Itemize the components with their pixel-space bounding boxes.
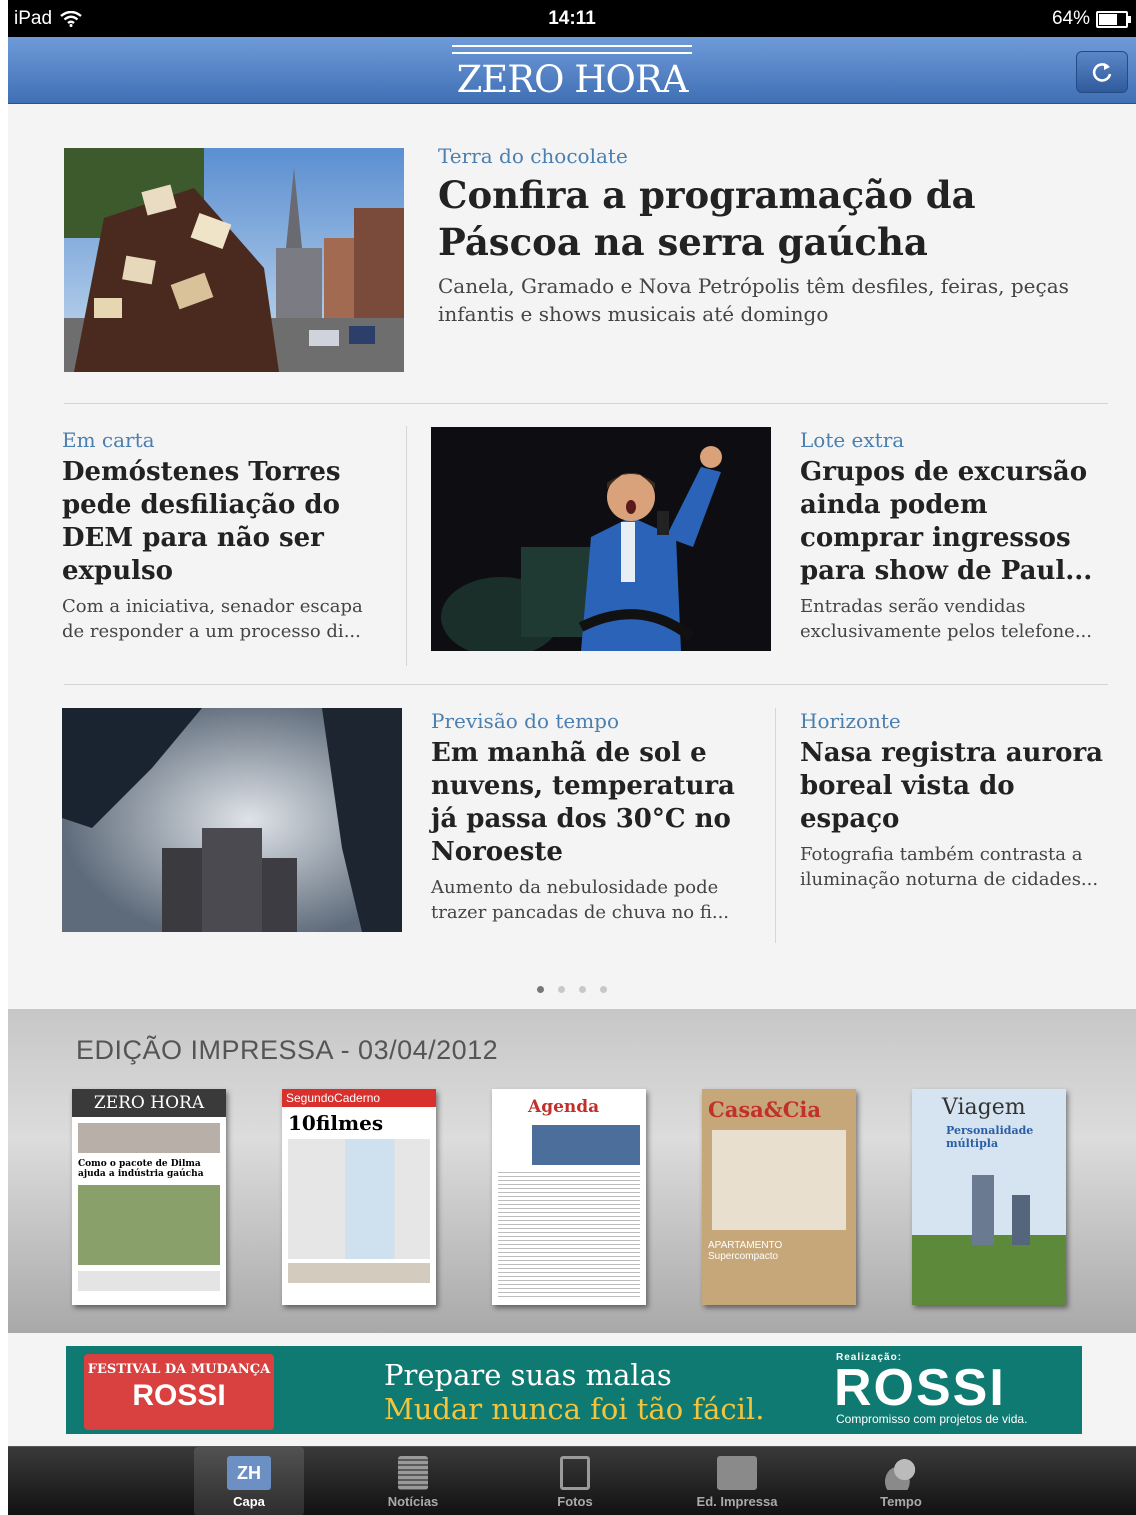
- story-headline: Demóstenes Torres pede desfiliação do DE…: [62, 457, 341, 586]
- story-kicker: Previsão do tempo: [431, 709, 620, 733]
- tab-noticias[interactable]: Notícias: [358, 1447, 468, 1515]
- cover-headline: Personalidade múltipla: [946, 1124, 1034, 1150]
- cover-headline: APARTAMENTO Supercompacto: [708, 1240, 783, 1262]
- story-card[interactable]: Previsão do tempo Em manhã de sol e nuve…: [431, 709, 751, 925]
- tab-label: Tempo: [880, 1494, 922, 1509]
- tab-capa[interactable]: ZH Capa: [194, 1447, 304, 1515]
- tab-fotos[interactable]: Fotos: [520, 1447, 630, 1515]
- divider: [775, 708, 776, 943]
- tab-bar: ZH Capa Notícias Fotos Ed. Impressa Temp…: [8, 1446, 1136, 1515]
- refresh-button[interactable]: [1076, 51, 1128, 93]
- ad-badge-title: FESTIVAL DA MUDANÇA: [87, 1362, 271, 1377]
- story-card[interactable]: Lote extra Grupos de excursão ainda pode…: [800, 428, 1105, 644]
- battery-percent: 64%: [1051, 8, 1090, 29]
- tab-tempo[interactable]: Tempo: [846, 1447, 956, 1515]
- logo-text: ZERO HORA: [456, 58, 689, 101]
- story-headline: Nasa registra aurora boreal vista do esp…: [800, 738, 1104, 834]
- page-dot[interactable]: [579, 986, 586, 993]
- zh-logo-icon: ZH: [227, 1456, 271, 1490]
- story-summary: Aumento da nebulosidade pode trazer panc…: [431, 877, 730, 923]
- story-card[interactable]: Horizonte Nasa registra aurora boreal vi…: [800, 709, 1105, 892]
- tab-label: Notícias: [387, 1494, 439, 1509]
- cover-segundo-caderno[interactable]: SegundoCaderno 10filmes: [282, 1089, 436, 1305]
- story-kicker: Lote extra: [800, 428, 905, 452]
- ad-brand: ROSSI: [834, 1359, 1006, 1417]
- tab-ed-impressa[interactable]: Ed. Impressa: [682, 1447, 792, 1515]
- story-headline: Grupos de excursão ainda podem comprar i…: [800, 457, 1093, 586]
- lead-story[interactable]: Terra do chocolate Confira a programação…: [438, 144, 1098, 328]
- page-indicator[interactable]: [8, 978, 1136, 997]
- ad-badge: FESTIVAL DA MUDANÇA ROSSI: [84, 1354, 274, 1430]
- battery-icon: [1096, 10, 1131, 28]
- story-kicker: Em carta: [62, 428, 155, 452]
- story-kicker: Horizonte: [800, 709, 901, 733]
- print-edition-shelf: EDIÇÃO IMPRESSA - 03/04/2012 ZERO HORA C…: [8, 1009, 1136, 1333]
- ad-badge-brand: ROSSI: [132, 1379, 226, 1412]
- newspaper-icon: [717, 1456, 757, 1490]
- status-bar: iPad 14:11 64%: [8, 0, 1136, 37]
- photos-icon: [560, 1456, 590, 1490]
- cover-title: Casa&Cia: [708, 1097, 822, 1122]
- clock: 14:11: [548, 8, 596, 29]
- lead-story-photo[interactable]: [64, 148, 404, 372]
- nav-bar: ZERO HORA: [8, 37, 1136, 104]
- cover-headline: 10filmes: [288, 1111, 384, 1135]
- cover-title: Agenda: [528, 1097, 600, 1117]
- story-summary: Fotografia também contrasta a iluminação…: [800, 844, 1099, 890]
- story-card[interactable]: Em carta Demóstenes Torres pede desfilia…: [62, 428, 382, 644]
- cover-agenda[interactable]: Agenda: [492, 1089, 646, 1305]
- weather-icon: [883, 1456, 919, 1490]
- concert-photo[interactable]: [431, 427, 771, 651]
- page-dot[interactable]: [558, 986, 565, 993]
- cover-headline: Como o pacote de Dilma ajuda a indústria…: [78, 1159, 204, 1179]
- story-kicker: Terra do chocolate: [438, 144, 628, 168]
- ad-line-2: Mudar nunca foi tão fácil.: [384, 1392, 765, 1426]
- story-summary: Entradas serão vendidas exclusivamente p…: [800, 596, 1092, 642]
- story-headline: Confira a programação da Páscoa na serra…: [438, 173, 976, 264]
- story-summary: Com a iniciativa, senador escapa de resp…: [62, 596, 363, 642]
- refresh-icon: [1092, 63, 1112, 82]
- cover-title: Viagem: [942, 1095, 1026, 1120]
- divider: [64, 684, 1108, 685]
- app-frame: iPad 14:11 64% ZERO HORA Terra do chocol…: [8, 0, 1136, 1515]
- print-edition-title: EDIÇÃO IMPRESSA - 03/04/2012: [76, 1035, 499, 1065]
- page-dot[interactable]: [537, 986, 544, 993]
- cover-viagem[interactable]: Viagem Personalidade múltipla: [912, 1089, 1066, 1305]
- zero-hora-logo: ZERO HORA: [8, 45, 1136, 101]
- story-headline: Em manhã de sol e nuvens, temperatura já…: [431, 738, 735, 867]
- tab-label: Capa: [233, 1494, 265, 1509]
- ad-banner[interactable]: FESTIVAL DA MUDANÇA ROSSI Prepare suas m…: [66, 1346, 1082, 1434]
- tab-label: Ed. Impressa: [696, 1494, 778, 1509]
- tab-label: Fotos: [557, 1494, 593, 1509]
- divider: [64, 403, 1108, 404]
- ad-line-1: Prepare suas malas: [384, 1358, 672, 1392]
- cover-casa-cia[interactable]: Casa&Cia APARTAMENTO Supercompacto: [702, 1089, 856, 1305]
- story-summary: Canela, Gramado e Nova Petrópolis têm de…: [438, 274, 1069, 326]
- cover-title: SegundoCaderno: [282, 1089, 436, 1107]
- cover-zero-hora[interactable]: ZERO HORA Como o pacote de Dilma ajuda a…: [72, 1089, 226, 1305]
- weather-photo[interactable]: [62, 708, 402, 932]
- ad-tagline: Compromisso com projetos de vida.: [836, 1412, 1028, 1426]
- cover-title: ZERO HORA: [72, 1089, 226, 1117]
- page-dot[interactable]: [600, 986, 607, 993]
- divider: [406, 426, 407, 666]
- news-icon: [398, 1456, 428, 1490]
